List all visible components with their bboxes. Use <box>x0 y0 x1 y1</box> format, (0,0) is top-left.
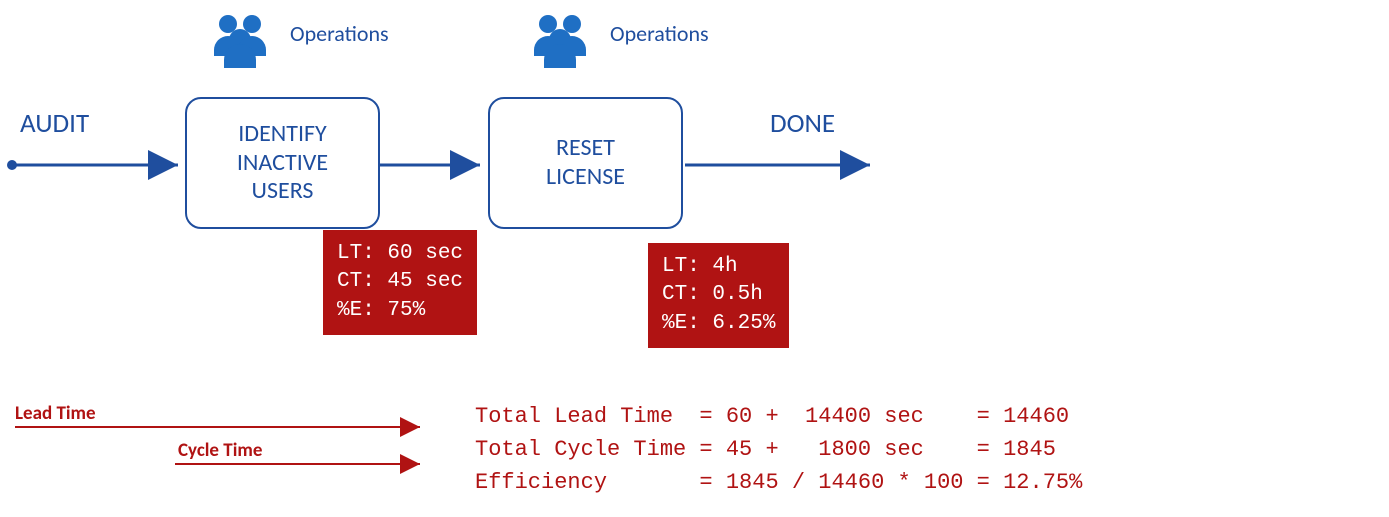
step-box-identify: IDENTIFY INACTIVE USERS <box>185 97 380 229</box>
legend-cycle-time: Cycle Time <box>178 439 262 462</box>
metrics-box-identify: LT: 60 sec CT: 45 sec %E: 75% <box>323 230 477 335</box>
step-box-identify-text: IDENTIFY INACTIVE USERS <box>237 120 328 206</box>
people-icon <box>534 15 586 68</box>
legend-lead-time: Lead Time <box>15 402 96 425</box>
totals-block: Total Lead Time = 60 + 14400 sec = 14460… <box>475 400 1082 499</box>
people-icon <box>214 15 266 68</box>
start-label: AUDIT <box>20 107 89 140</box>
end-label: DONE <box>770 107 835 140</box>
metrics-box-reset: LT: 4h CT: 0.5h %E: 6.25% <box>648 243 789 348</box>
step-box-reset-text: RESET LICENSE <box>546 134 625 192</box>
role-label-ops2: Operations <box>610 20 709 47</box>
step-box-reset: RESET LICENSE <box>488 97 683 229</box>
role-label-ops1: Operations <box>290 20 389 47</box>
